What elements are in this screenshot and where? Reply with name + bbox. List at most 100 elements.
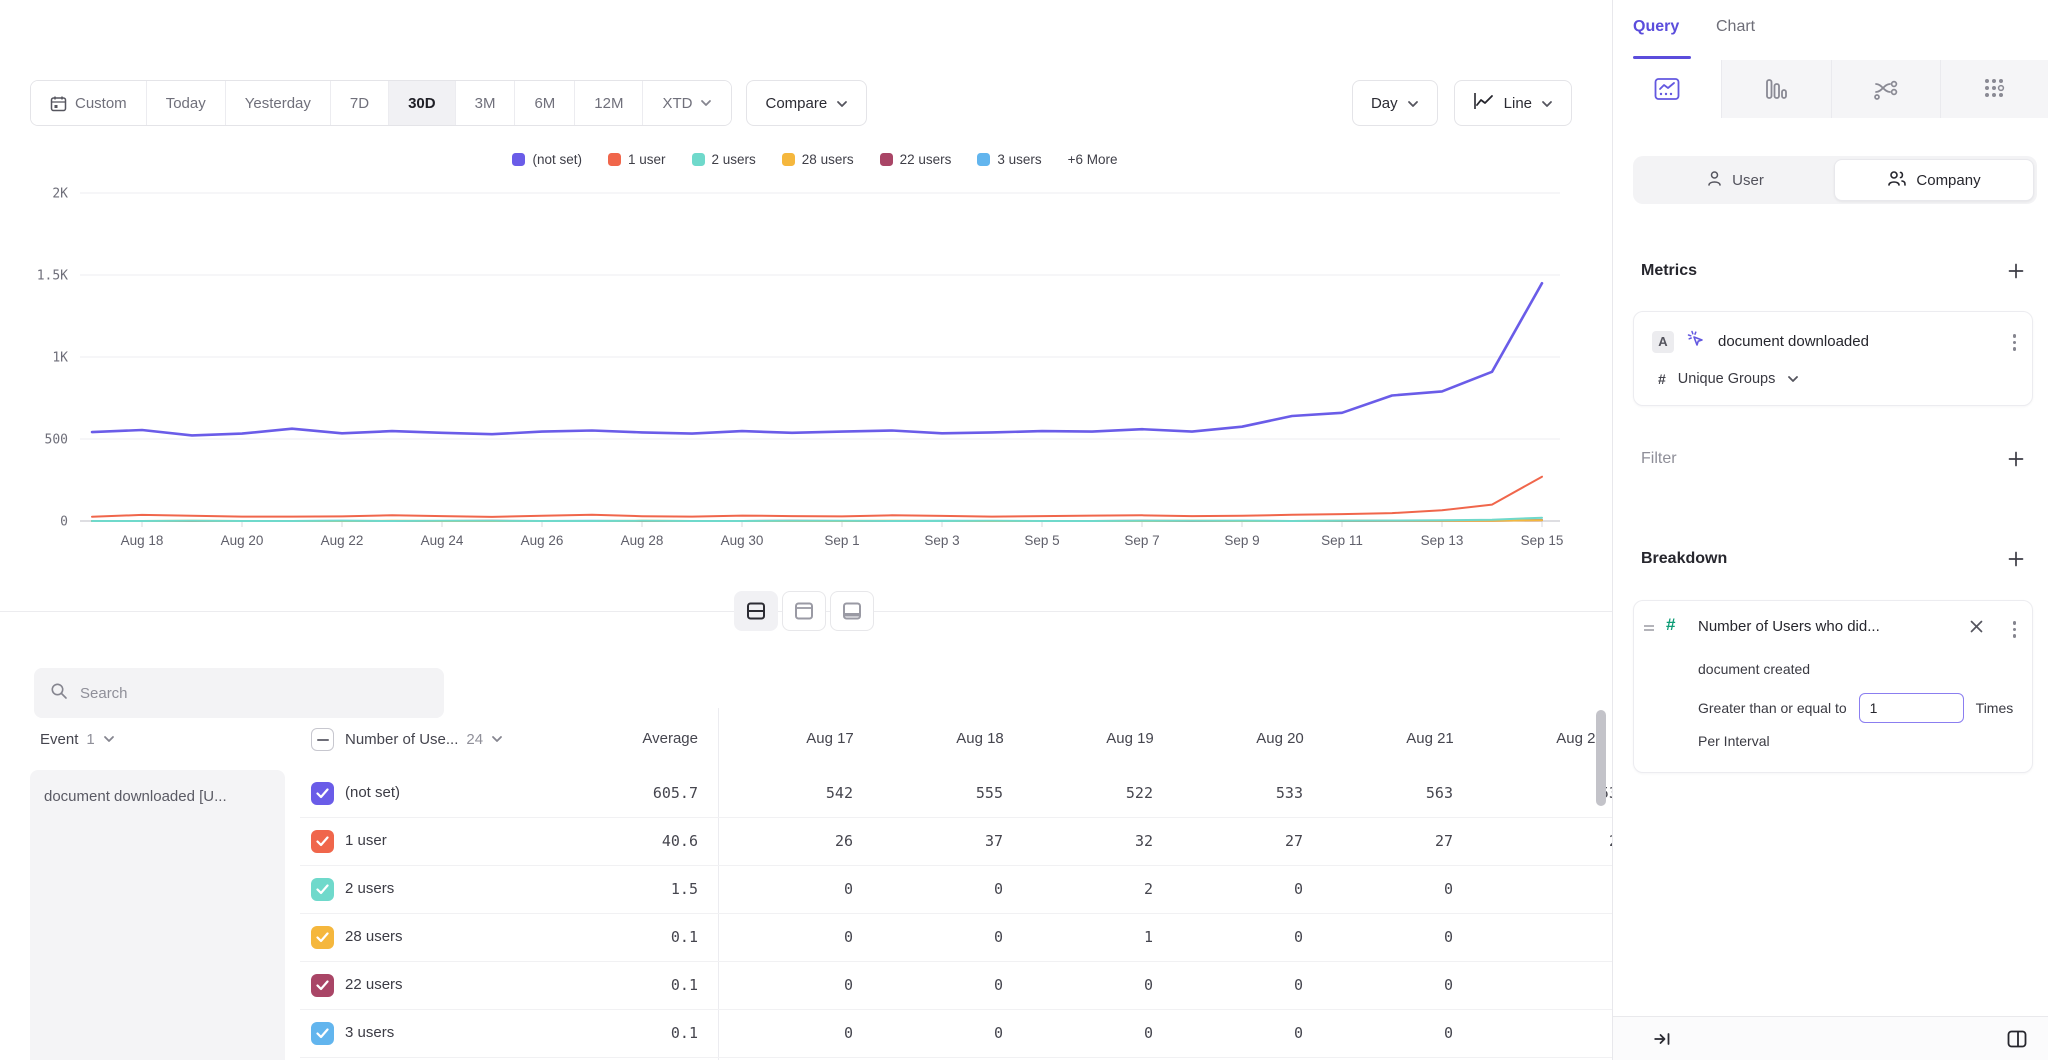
svg-text:Aug 20: Aug 20 bbox=[221, 533, 264, 548]
row-average: 0.1 bbox=[498, 928, 698, 946]
panel-footer bbox=[1613, 1016, 2048, 1060]
svg-text:Sep 1: Sep 1 bbox=[824, 533, 859, 548]
event-click-icon bbox=[1686, 329, 1706, 354]
breakdown-card[interactable]: # Number of Users who did... document cr… bbox=[1633, 600, 2033, 773]
scope-company-label: Company bbox=[1916, 172, 1980, 189]
row-value: 542 bbox=[755, 784, 905, 802]
date-column-header: Aug 19 bbox=[1055, 730, 1205, 747]
metric-measure-selector[interactable]: # Unique Groups bbox=[1658, 370, 1799, 388]
svg-text:Sep 3: Sep 3 bbox=[924, 533, 959, 548]
layout-chart-only-button[interactable] bbox=[782, 591, 826, 631]
row-value: 0 bbox=[1355, 1024, 1505, 1042]
row-value: 0 bbox=[755, 976, 905, 994]
average-column-header: Average bbox=[498, 730, 698, 747]
breakdown-menu-button[interactable] bbox=[2009, 617, 2021, 642]
close-icon[interactable] bbox=[1969, 619, 1984, 639]
times-value-input[interactable] bbox=[1859, 693, 1964, 723]
measure-label: Unique Groups bbox=[1678, 371, 1776, 387]
drag-handle-icon[interactable] bbox=[1642, 621, 1656, 639]
row-average: 1.5 bbox=[498, 880, 698, 898]
scope-company-option[interactable]: Company bbox=[1834, 159, 2034, 201]
chevron-down-icon bbox=[103, 730, 115, 748]
date-column-header: Aug 20 bbox=[1205, 730, 1355, 747]
row-value: 0 bbox=[905, 928, 1055, 946]
row-value: 0 bbox=[1055, 976, 1205, 994]
chart-type-bar-tab[interactable] bbox=[1721, 60, 1830, 118]
add-breakdown-button[interactable] bbox=[2008, 551, 2024, 567]
row-value: 27 bbox=[1355, 832, 1505, 850]
row-value: 2 bbox=[1055, 880, 1205, 898]
row-average: 605.7 bbox=[498, 784, 698, 802]
row-value: 0 bbox=[1205, 976, 1355, 994]
row-value: 0 bbox=[1355, 976, 1505, 994]
svg-text:Aug 24: Aug 24 bbox=[421, 533, 464, 548]
row-value: 0 bbox=[905, 880, 1055, 898]
filter-heading: Filter bbox=[1641, 450, 1677, 468]
event-col-count: 1 bbox=[86, 731, 94, 748]
layout-table-only-button[interactable] bbox=[830, 591, 874, 631]
panel-tabs: Query Chart bbox=[1613, 0, 2048, 60]
row-checkbox[interactable] bbox=[311, 878, 334, 901]
layout-toggle-group bbox=[734, 591, 874, 631]
query-panel: Query Chart User Company Metrics A docum… bbox=[1612, 0, 2048, 1060]
chart-type-line-tab[interactable] bbox=[1613, 60, 1721, 118]
row-value: 0 bbox=[905, 976, 1055, 994]
row-checkbox[interactable] bbox=[311, 830, 334, 853]
search-icon bbox=[50, 682, 68, 704]
metric-event-name: document downloaded bbox=[1718, 333, 1869, 350]
svg-text:Sep 13: Sep 13 bbox=[1421, 533, 1464, 548]
metric-letter-badge: A bbox=[1652, 331, 1674, 353]
metric-card[interactable]: A document downloaded # Unique Groups bbox=[1633, 311, 2033, 406]
row-value: 27 bbox=[1205, 832, 1355, 850]
svg-text:Sep 9: Sep 9 bbox=[1224, 533, 1259, 548]
row-value: 1 bbox=[1055, 928, 1205, 946]
date-column-header: Aug 21 bbox=[1355, 730, 1505, 747]
row-value: 555 bbox=[905, 784, 1055, 802]
breakdown-event-name: document created bbox=[1698, 661, 1810, 677]
event-list-item[interactable]: document downloaded [U... bbox=[30, 770, 285, 1060]
search-input[interactable]: Search bbox=[34, 668, 444, 718]
metric-menu-button[interactable] bbox=[2009, 330, 2021, 355]
svg-text:Aug 22: Aug 22 bbox=[321, 533, 364, 548]
svg-text:Aug 18: Aug 18 bbox=[121, 533, 164, 548]
chart-type-flow-tab[interactable] bbox=[1831, 60, 1940, 118]
event-col-label: Event bbox=[40, 731, 78, 748]
row-checkbox[interactable] bbox=[311, 974, 334, 997]
row-value: 0 bbox=[1205, 1024, 1355, 1042]
row-label: 22 users bbox=[345, 976, 403, 993]
row-value: 533 bbox=[1205, 784, 1355, 802]
add-filter-button[interactable] bbox=[2008, 451, 2024, 467]
main-area: CustomTodayYesterday7D30D3M6M12MXTD Comp… bbox=[0, 0, 1612, 1060]
row-average: 0.1 bbox=[498, 1024, 698, 1042]
table-scrollbar[interactable] bbox=[1596, 710, 1606, 806]
row-average: 0.1 bbox=[498, 976, 698, 994]
tab-query[interactable]: Query bbox=[1633, 18, 1679, 36]
collapse-panel-icon[interactable] bbox=[1653, 1031, 1671, 1047]
row-label: (not set) bbox=[345, 784, 400, 801]
row-value: 0 bbox=[1205, 880, 1355, 898]
row-value: 32 bbox=[1055, 832, 1205, 850]
add-metric-button[interactable] bbox=[2008, 263, 2024, 279]
series-column-header[interactable]: Number of Use... 24 bbox=[345, 730, 503, 748]
layout-split-button[interactable] bbox=[734, 591, 778, 631]
svg-text:Aug 28: Aug 28 bbox=[621, 533, 664, 548]
event-column-header[interactable]: Event 1 bbox=[40, 730, 115, 748]
select-all-checkbox[interactable] bbox=[311, 728, 334, 751]
split-view-icon[interactable] bbox=[2007, 1030, 2027, 1048]
row-average: 40.6 bbox=[498, 832, 698, 850]
scope-toggle: User Company bbox=[1633, 156, 2037, 204]
date-column-header: Aug 17 bbox=[755, 730, 905, 747]
chart-type-tabs bbox=[1613, 60, 2048, 118]
row-checkbox[interactable] bbox=[311, 782, 334, 805]
row-value: 0 bbox=[1055, 1024, 1205, 1042]
tab-chart[interactable]: Chart bbox=[1716, 18, 1755, 36]
row-label: 1 user bbox=[345, 832, 387, 849]
row-label: 28 users bbox=[345, 928, 403, 945]
chart-type-scatter-tab[interactable] bbox=[1940, 60, 2048, 118]
scope-user-label: User bbox=[1732, 172, 1764, 189]
times-label: Times bbox=[1976, 700, 2014, 716]
per-interval-label: Per Interval bbox=[1698, 733, 1770, 749]
scope-user-option[interactable]: User bbox=[1636, 159, 1834, 201]
row-checkbox[interactable] bbox=[311, 1022, 334, 1045]
row-checkbox[interactable] bbox=[311, 926, 334, 949]
